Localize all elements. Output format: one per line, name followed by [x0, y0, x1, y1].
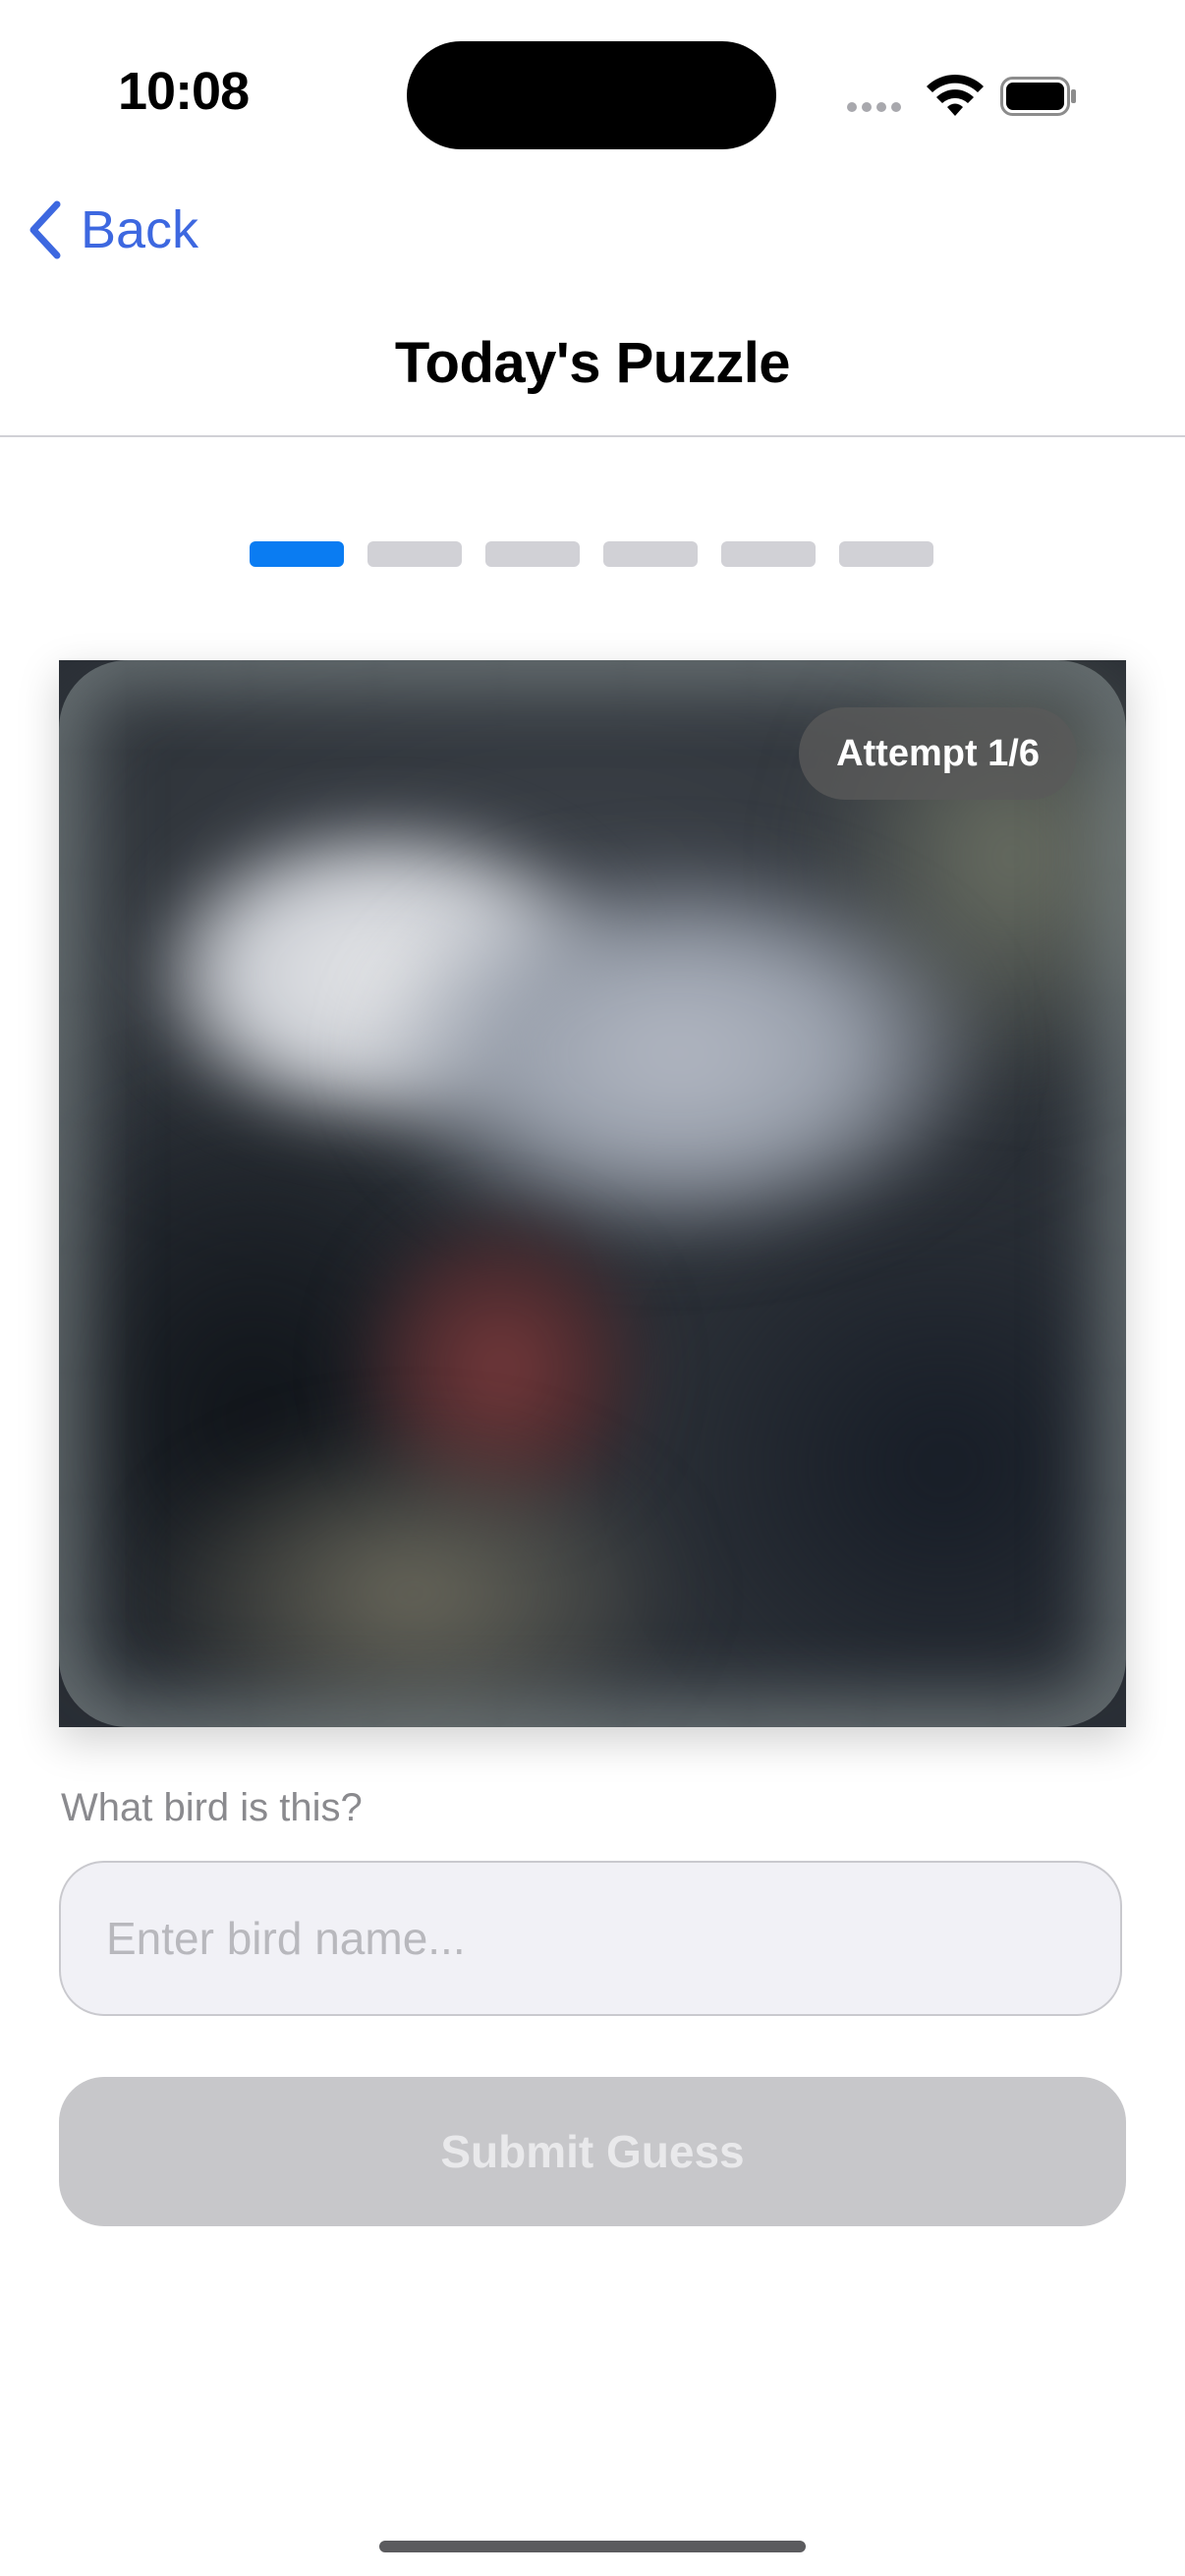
progress-segment	[485, 541, 580, 567]
progress-segment	[250, 541, 344, 567]
page-title: Today's Puzzle	[394, 331, 791, 395]
bird-name-input[interactable]	[59, 1861, 1122, 2016]
nav-divider	[0, 435, 1185, 437]
wifi-icon	[927, 74, 984, 116]
dynamic-island	[407, 41, 776, 149]
guess-prompt: What bird is this?	[61, 1786, 363, 1829]
bird-image: Attempt 1/6	[59, 660, 1126, 1727]
progress-segment	[367, 541, 462, 567]
attempt-progress	[250, 541, 933, 567]
battery-icon	[1000, 77, 1076, 116]
attempt-badge: Attempt 1/6	[799, 707, 1077, 800]
back-button-label: Back	[81, 200, 199, 259]
submit-guess-button[interactable]: Submit Guess	[59, 2077, 1126, 2226]
status-time: 10:08	[118, 62, 250, 121]
progress-segment	[839, 541, 933, 567]
progress-segment	[721, 541, 816, 567]
home-indicator[interactable]	[379, 2541, 806, 2552]
progress-segment	[603, 541, 698, 567]
back-button[interactable]: Back	[26, 198, 198, 261]
chevron-left-icon	[29, 200, 61, 259]
